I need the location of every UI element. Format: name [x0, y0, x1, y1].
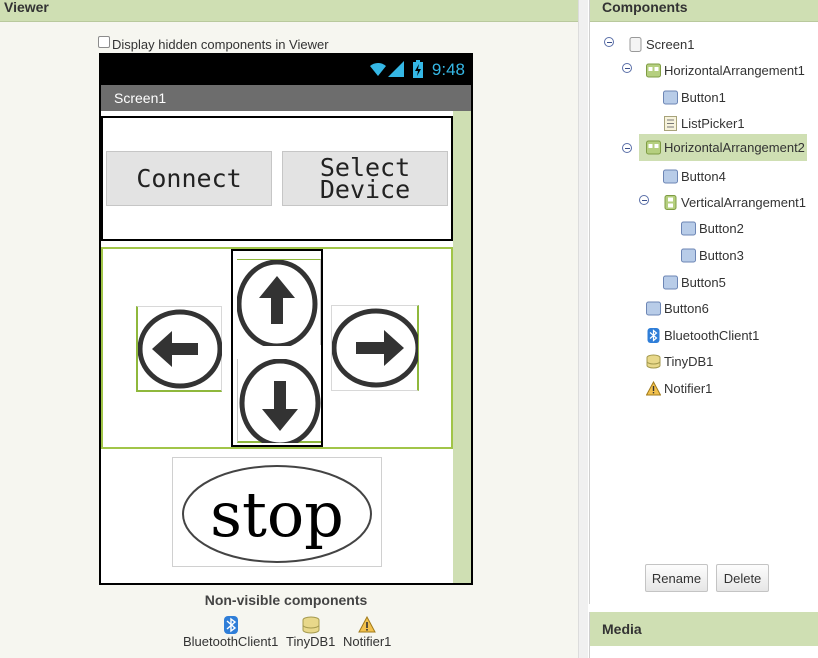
- collapse-toggle[interactable]: [604, 37, 614, 47]
- checkbox-box[interactable]: [98, 35, 110, 48]
- stop-text: stop: [210, 478, 344, 551]
- database-icon: [302, 616, 320, 634]
- listpicker-icon: [664, 115, 677, 131]
- tree-label: HorizontalArrangement1: [664, 62, 805, 78]
- collapse-toggle[interactable]: [639, 195, 649, 205]
- horizontal-arrangement-2[interactable]: [101, 247, 453, 449]
- tree-label: Button5: [681, 274, 726, 290]
- wifi-icon: [370, 62, 386, 76]
- bluetooth-icon: [223, 616, 238, 634]
- right-arrow-circle-icon: [331, 308, 421, 388]
- left-button[interactable]: [136, 306, 223, 392]
- nonvisible-title: Non-visible components: [204, 592, 368, 608]
- vertical-arrangement-icon: [664, 194, 677, 210]
- panel-divider[interactable]: [578, 0, 588, 658]
- button-icon: [663, 169, 678, 183]
- button-icon: [681, 221, 696, 235]
- nonvisible-tinydb[interactable]: TinyDB1: [286, 616, 335, 649]
- nonvisible-bluetooth[interactable]: BluetoothClient1: [183, 616, 278, 649]
- database-icon: [646, 354, 661, 368]
- up-button[interactable]: [236, 259, 321, 349]
- button-icon: [681, 248, 696, 262]
- tree-item-notifier1[interactable]: Notifier1: [646, 376, 712, 400]
- scroll-strip: [453, 111, 471, 583]
- battery-charging-icon: [413, 60, 423, 78]
- tree-item-horizontalarrangement1[interactable]: HorizontalArrangement1: [646, 58, 805, 82]
- display-hidden-label: Display hidden components in Viewer: [112, 37, 329, 52]
- tree-item-horizontalarrangement2[interactable]: HorizontalArrangement2: [639, 134, 807, 161]
- tree-item-button4[interactable]: Button4: [663, 164, 726, 188]
- connect-button[interactable]: Connect: [106, 151, 272, 206]
- tree-item-verticalarrangement1[interactable]: VerticalArrangement1: [663, 190, 806, 214]
- phone-preview: 9:48 Screen1 Connect Select Device stop: [99, 53, 473, 585]
- delete-button[interactable]: Delete: [716, 564, 769, 592]
- tree-item-button1[interactable]: Button1: [663, 85, 726, 109]
- nonvisible-notifier[interactable]: Notifier1: [343, 616, 391, 649]
- signal-icon: [388, 61, 404, 77]
- right-button[interactable]: [331, 305, 421, 391]
- tree-label: Screen1: [646, 36, 695, 52]
- horizontal-arrangement-icon: [646, 63, 661, 77]
- nonvisible-label: Notifier1: [343, 634, 392, 649]
- left-arrow-circle-icon: [137, 309, 223, 389]
- viewer-header: Viewer: [0, 0, 578, 22]
- tree-label: VerticalArrangement1: [681, 194, 807, 210]
- tree-item-button5[interactable]: Button5: [663, 270, 726, 294]
- tree-label: HorizontalArrangement2: [664, 140, 805, 155]
- tree-label: TinyDB1: [664, 353, 714, 369]
- tree-label: Button3: [699, 247, 744, 263]
- stop-button[interactable]: stop: [172, 457, 382, 567]
- button-icon: [663, 275, 678, 289]
- rename-button[interactable]: Rename: [645, 564, 708, 592]
- bluetooth-icon: [647, 327, 660, 343]
- tree-item-screen1[interactable]: Screen1: [628, 32, 694, 56]
- vertical-arrangement-1[interactable]: [231, 249, 323, 448]
- tree-item-bluetoothclient1[interactable]: BluetoothClient1: [646, 323, 759, 347]
- tree-label: ListPicker1: [681, 115, 745, 131]
- tree-label: BluetoothClient1: [664, 327, 760, 343]
- media-panel: Media: [589, 612, 818, 658]
- media-header: Media: [590, 612, 818, 646]
- nonvisible-label: TinyDB1: [286, 634, 336, 649]
- screen-icon: [629, 36, 642, 52]
- stop-image: stop: [182, 465, 372, 563]
- collapse-toggle[interactable]: [622, 63, 632, 73]
- tree-item-tinydb1[interactable]: TinyDB1: [646, 349, 713, 373]
- button-icon: [663, 90, 678, 104]
- warning-icon: [646, 380, 661, 395]
- display-hidden-checkbox[interactable]: Display hidden components in Viewer: [98, 35, 329, 52]
- viewer-panel: Viewer Display hidden components in View…: [0, 0, 578, 658]
- horizontal-arrangement-1[interactable]: Connect Select Device: [101, 116, 453, 241]
- status-time: 9:48: [431, 60, 465, 79]
- components-header: Components: [590, 0, 818, 22]
- tree-item-listpicker1[interactable]: ListPicker1: [663, 111, 745, 135]
- tree-item-button3[interactable]: Button3: [681, 243, 744, 267]
- down-arrow-circle-icon: [239, 358, 321, 448]
- tree-label: Button2: [699, 220, 744, 236]
- tree-label: Button4: [681, 168, 726, 184]
- collapse-toggle[interactable]: [622, 143, 632, 153]
- horizontal-arrangement-icon: [646, 140, 661, 155]
- tree-label: Button6: [664, 300, 709, 316]
- tree-label: Notifier1: [664, 380, 713, 396]
- select-device-listpicker[interactable]: Select Device: [282, 151, 448, 206]
- status-bar: 9:48: [101, 55, 471, 85]
- tree-label: Button1: [681, 89, 726, 105]
- warning-icon: [358, 616, 377, 633]
- tree-item-button2[interactable]: Button2: [681, 216, 744, 240]
- button-icon: [646, 301, 661, 315]
- tree-item-button6[interactable]: Button6: [646, 296, 709, 320]
- up-arrow-circle-icon: [236, 259, 318, 349]
- screen-title-bar: Screen1: [101, 85, 471, 111]
- nonvisible-label: BluetoothClient1: [183, 634, 279, 649]
- down-button[interactable]: [237, 358, 321, 448]
